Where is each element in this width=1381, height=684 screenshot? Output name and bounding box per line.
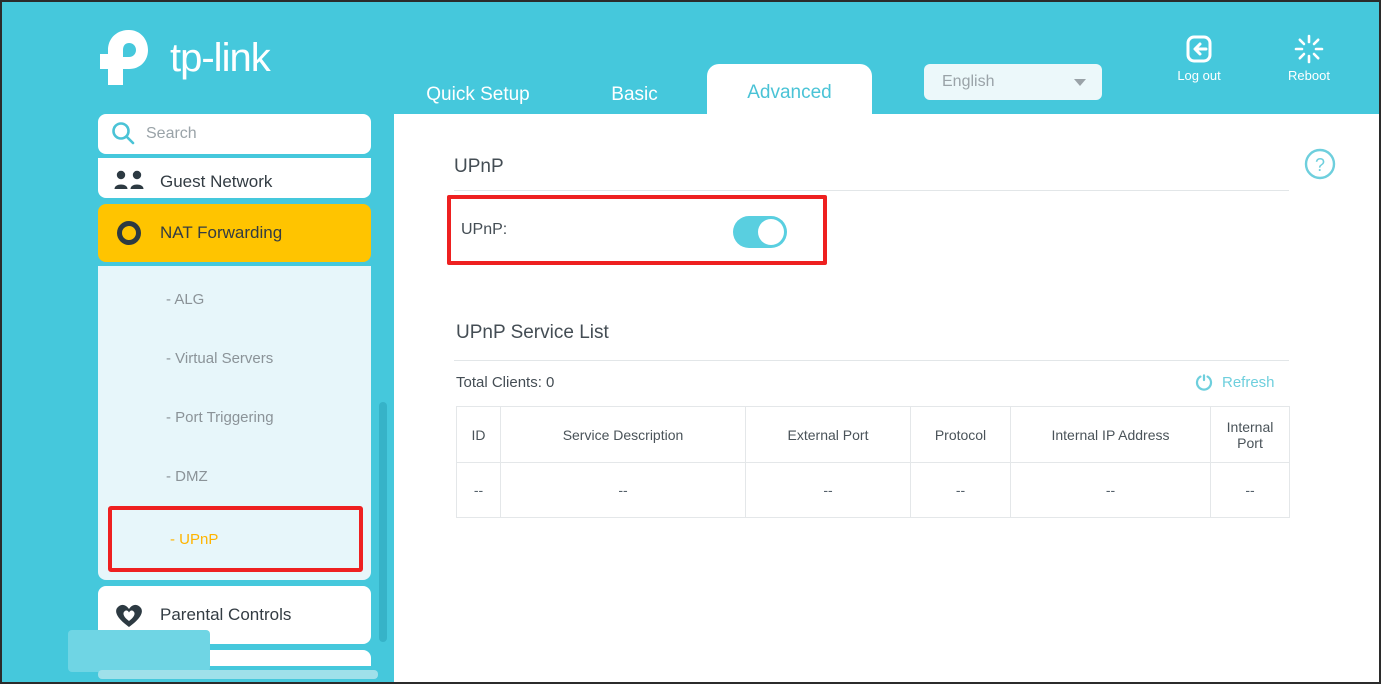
- logout-icon: [1186, 35, 1212, 63]
- cell-id: --: [456, 462, 501, 518]
- refresh-icon: [1195, 374, 1213, 391]
- table-header-row: ID Service Description External Port Pro…: [456, 406, 1290, 463]
- search-icon: [112, 122, 135, 145]
- column-header-internal-ip-address: Internal IP Address: [1010, 406, 1211, 463]
- cell-protocol: --: [910, 462, 1011, 518]
- upnp-service-table: ID Service Description External Port Pro…: [456, 406, 1290, 518]
- sidebar-item-guest-network[interactable]: Guest Network: [98, 158, 371, 198]
- cell-internal-ip-address: --: [1010, 462, 1211, 518]
- table-row: -- -- -- -- -- --: [456, 462, 1290, 518]
- sidebar-scrollbar-thumb[interactable]: [379, 402, 387, 642]
- service-list-title: UPnP Service List: [456, 322, 609, 343]
- upnp-field-label: UPnP:: [461, 221, 508, 238]
- sidebar-submenu-nat-forwarding: - ALG - Virtual Servers - Port Triggerin…: [98, 266, 371, 580]
- cell-external-port: --: [745, 462, 911, 518]
- sidebar-menu: Guest Network NAT Forwarding - ALG - Vir…: [98, 158, 371, 670]
- help-icon[interactable]: ?: [1303, 147, 1337, 181]
- sidebar-item-label: Guest Network: [160, 172, 273, 191]
- nat-forwarding-icon: [98, 218, 160, 248]
- upnp-section-title: UPnP: [454, 156, 504, 177]
- sidebar-subitem-port-triggering[interactable]: - Port Triggering: [98, 388, 371, 447]
- upnp-toggle-knob: [758, 219, 784, 245]
- upnp-toggle-row: UPnP:: [447, 195, 827, 265]
- sidebar-subitem-upnp[interactable]: - UPnP: [108, 506, 363, 572]
- total-clients-label: Total Clients: 0: [456, 374, 555, 391]
- guest-network-icon: [98, 170, 160, 192]
- sidebar-item-label: Parental Controls: [160, 605, 292, 624]
- cell-internal-port: --: [1210, 462, 1290, 518]
- sidebar: Guest Network NAT Forwarding - ALG - Vir…: [98, 114, 374, 682]
- tplink-logo-mark: [100, 30, 148, 85]
- upnp-divider: [454, 190, 1289, 191]
- reboot-button[interactable]: Reboot: [1272, 34, 1346, 83]
- service-list-divider: [454, 360, 1289, 361]
- tplink-logo-text: tp-link: [170, 36, 271, 80]
- reboot-icon: [1294, 34, 1324, 64]
- sidebar-subitem-alg[interactable]: - ALG: [98, 270, 371, 329]
- sidebar-decoration: [68, 630, 210, 672]
- sidebar-item-label: NAT Forwarding: [160, 223, 283, 242]
- logout-button[interactable]: Log out: [1162, 34, 1236, 83]
- cell-service-description: --: [500, 462, 746, 518]
- router-admin-page: tp-link Quick Setup Basic Advanced Engli…: [0, 0, 1381, 684]
- column-header-internal-port: Internal Port: [1210, 406, 1290, 463]
- column-header-protocol: Protocol: [910, 406, 1011, 463]
- search-box[interactable]: [98, 114, 371, 154]
- sidebar-item-nat-forwarding[interactable]: NAT Forwarding: [98, 204, 371, 262]
- logout-label: Log out: [1177, 68, 1221, 83]
- refresh-label: Refresh: [1222, 373, 1275, 391]
- search-input[interactable]: [146, 125, 336, 143]
- sidebar-subitem-dmz[interactable]: - DMZ: [98, 447, 371, 506]
- sidebar-horizontal-scrollbar[interactable]: [98, 670, 378, 679]
- language-select-value: English: [942, 73, 995, 90]
- sidebar-subitem-virtual-servers[interactable]: - Virtual Servers: [98, 329, 371, 388]
- upnp-toggle[interactable]: [733, 216, 787, 248]
- tplink-logo: tp-link: [98, 28, 271, 88]
- column-header-id: ID: [456, 406, 501, 463]
- column-header-external-port: External Port: [745, 406, 911, 463]
- page-header: tp-link Quick Setup Basic Advanced Engli…: [2, 2, 1379, 122]
- column-header-service-description: Service Description: [500, 406, 746, 463]
- content-panel: ? UPnP UPnP: UPnP Service List Total Cli…: [394, 114, 1379, 682]
- reboot-label: Reboot: [1288, 68, 1330, 83]
- chevron-down-icon: [1074, 78, 1086, 86]
- language-select[interactable]: English: [924, 64, 1102, 100]
- svg-text:?: ?: [1315, 155, 1325, 175]
- parental-controls-icon: [98, 601, 160, 629]
- refresh-button[interactable]: Refresh: [1194, 372, 1275, 392]
